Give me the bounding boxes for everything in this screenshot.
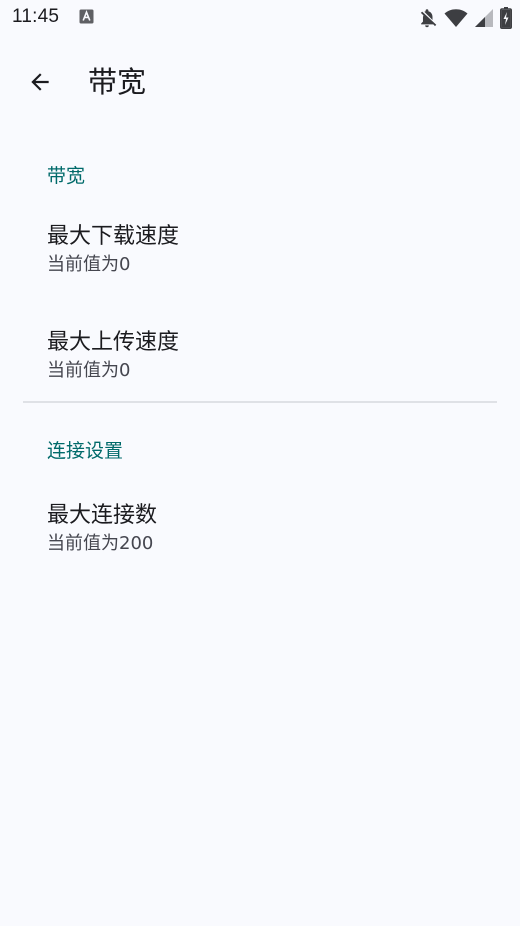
toolbar: 带宽 xyxy=(0,50,520,114)
status-icons xyxy=(416,6,512,30)
wifi-icon xyxy=(444,9,468,27)
pref-item-max-upload-speed[interactable]: 最大上传速度 当前值为0 xyxy=(0,328,520,384)
page-title: 带宽 xyxy=(88,65,147,99)
pref-title: 最大下载速度 xyxy=(47,224,180,249)
category-title-connection-settings: 连接设置 xyxy=(47,440,124,462)
status-bar: 11:45 xyxy=(0,0,520,36)
notifications-off-icon xyxy=(420,9,437,28)
section-divider xyxy=(23,401,497,403)
battery-charging-icon xyxy=(500,7,512,29)
pref-item-max-download-speed[interactable]: 最大下载速度 当前值为0 xyxy=(0,222,520,278)
pref-summary: 当前值为0 xyxy=(47,360,131,381)
pref-item-max-connections[interactable]: 最大连接数 当前值为200 xyxy=(0,501,520,557)
pref-summary: 当前值为200 xyxy=(47,533,154,554)
category-title-bandwidth: 带宽 xyxy=(47,165,86,187)
preference-list: 带宽 最大下载速度 当前值为0 最大上传速度 当前值为0 连接设置 最大连接数 … xyxy=(0,142,520,557)
pref-summary: 当前值为0 xyxy=(47,254,131,275)
cellular-signal-icon xyxy=(475,9,493,27)
text-notification-icon xyxy=(79,9,94,24)
arrow-left-icon xyxy=(31,73,49,91)
pref-title: 最大上传速度 xyxy=(47,330,180,355)
back-button[interactable] xyxy=(16,58,64,106)
status-time: 11:45 xyxy=(12,6,60,27)
pref-title: 最大连接数 xyxy=(47,503,158,528)
